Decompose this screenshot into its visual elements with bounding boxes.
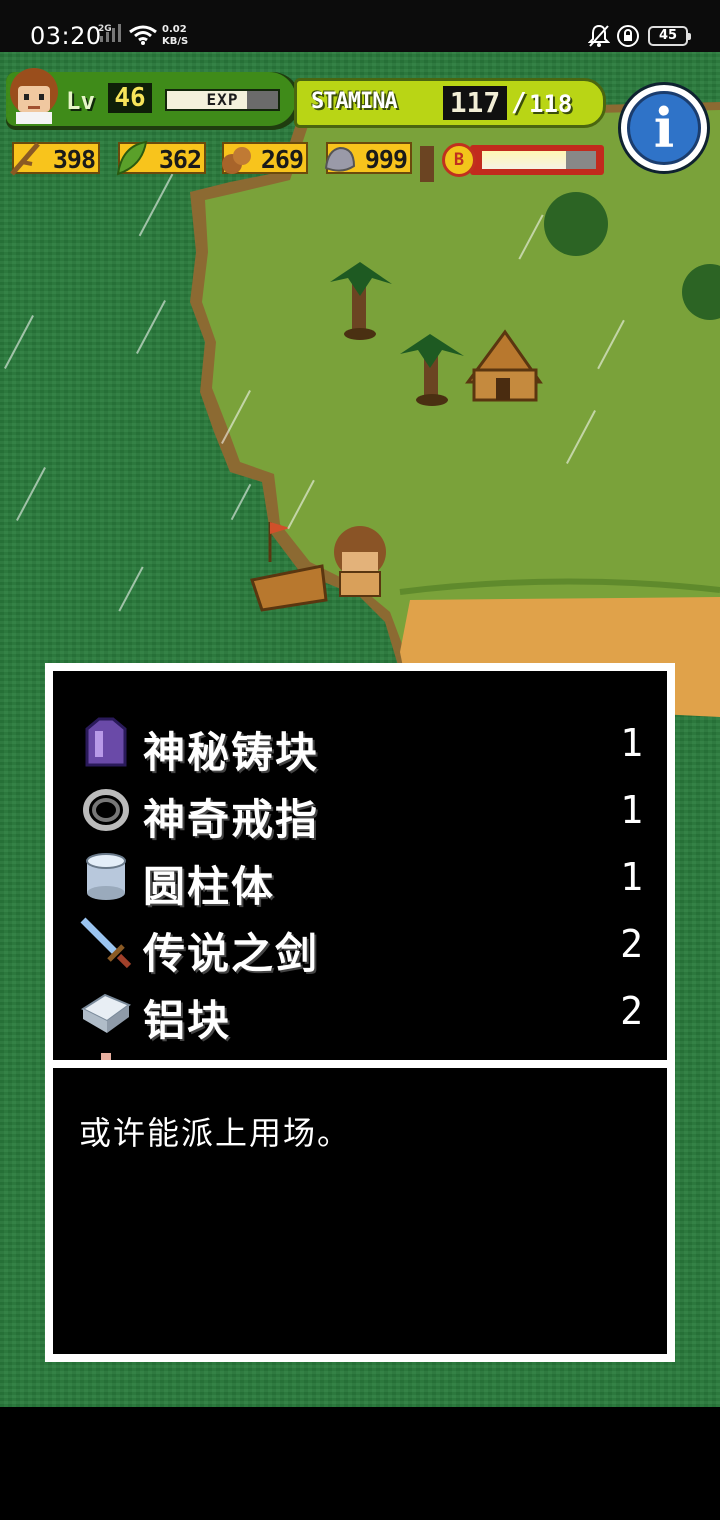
item-name: 神秘铸块	[143, 728, 320, 777]
magic-ring-icon	[83, 789, 129, 831]
item-quantity: 1	[620, 721, 643, 765]
mystery-ingot-icon	[85, 717, 127, 767]
inventory-panel: 神秘铸块 1 神奇戒指 1 圆柱体 1 传说之剑 2 铝块 2	[45, 663, 675, 1063]
list-item[interactable]: 神秘铸块 1	[53, 705, 667, 777]
list-item[interactable]: 传说之剑 2	[53, 906, 667, 978]
battery-indicator: 45	[648, 26, 691, 46]
bomb-icon: B	[442, 143, 476, 177]
network-speed-unit: KB/S	[162, 36, 189, 47]
network-speed: 0.02 KB/S	[162, 24, 188, 48]
bomb-gauge-empty	[566, 151, 596, 169]
stamina-separator: /	[511, 88, 527, 118]
mute-bell-icon	[588, 24, 610, 47]
list-item[interactable]: 神奇戒指 1	[53, 772, 667, 844]
rotation-lock-icon	[617, 25, 639, 47]
nut-icon	[222, 147, 251, 174]
palm-tree	[420, 146, 434, 182]
info-button[interactable]: i	[618, 82, 710, 174]
description-panel: 或许能派上用场。	[45, 1060, 675, 1362]
resource-leaf: 362	[116, 140, 206, 176]
list-item[interactable]: 铝块 2	[53, 973, 667, 1045]
leaf-icon	[116, 140, 148, 176]
cylinder-icon	[86, 853, 126, 900]
hero-portrait-icon[interactable]	[6, 66, 62, 126]
potion-icon	[101, 1053, 111, 1060]
wifi-icon	[129, 25, 157, 45]
exp-bar: EXP	[165, 89, 280, 111]
resource-nut: 269	[222, 142, 308, 174]
status-bar: 03:20 2G 0.02 KB/S 45	[0, 0, 720, 60]
stamina-current: 117	[443, 86, 507, 120]
resource-branch: 398	[10, 142, 100, 176]
resource-nut-value: 269	[260, 145, 304, 174]
resource-stone-value: 999	[364, 145, 408, 174]
legendary-sword-icon	[80, 917, 132, 969]
level-label: Lv	[66, 87, 95, 115]
item-name: 圆柱体	[143, 862, 276, 911]
resource-stone: 999	[324, 142, 412, 174]
info-icon: i	[653, 96, 675, 160]
inventory-list[interactable]: 神秘铸块 1 神奇戒指 1 圆柱体 1 传说之剑 2 铝块 2	[53, 671, 667, 1060]
item-quantity: 2	[620, 922, 643, 966]
bomb-gauge	[470, 145, 604, 175]
item-name: 传说之剑	[143, 929, 320, 978]
item-quantity: 1	[620, 788, 643, 832]
item-quantity: 1	[620, 855, 643, 899]
item-name: 神奇戒指	[143, 795, 320, 844]
bush	[544, 192, 608, 256]
stamina-panel: STAMINA 117 / 118	[294, 78, 606, 128]
bomb-gauge-fill	[482, 151, 571, 169]
player-character[interactable]	[334, 526, 386, 597]
branch-icon	[10, 142, 40, 176]
level-value: 46	[108, 83, 152, 113]
status-time: 03:20	[30, 22, 102, 50]
stone-icon	[324, 146, 356, 172]
item-quantity: 2	[620, 989, 643, 1033]
network-speed-value: 0.02	[162, 24, 187, 35]
exp-label: EXP	[206, 90, 239, 109]
item-description: 或许能派上用场。	[79, 1114, 352, 1152]
stamina-label: STAMINA	[311, 89, 398, 114]
list-item[interactable]: 圆柱体 1	[53, 839, 667, 911]
stamina-max: 118	[529, 90, 573, 118]
list-item-partial[interactable]	[53, 1043, 667, 1060]
resource-leaf-value: 362	[158, 145, 202, 174]
item-name: 铝块	[143, 996, 232, 1045]
bottom-area	[0, 1407, 720, 1520]
aluminum-block-icon	[80, 993, 132, 1033]
signal-icon	[100, 24, 121, 42]
resource-branch-value: 398	[52, 145, 96, 174]
